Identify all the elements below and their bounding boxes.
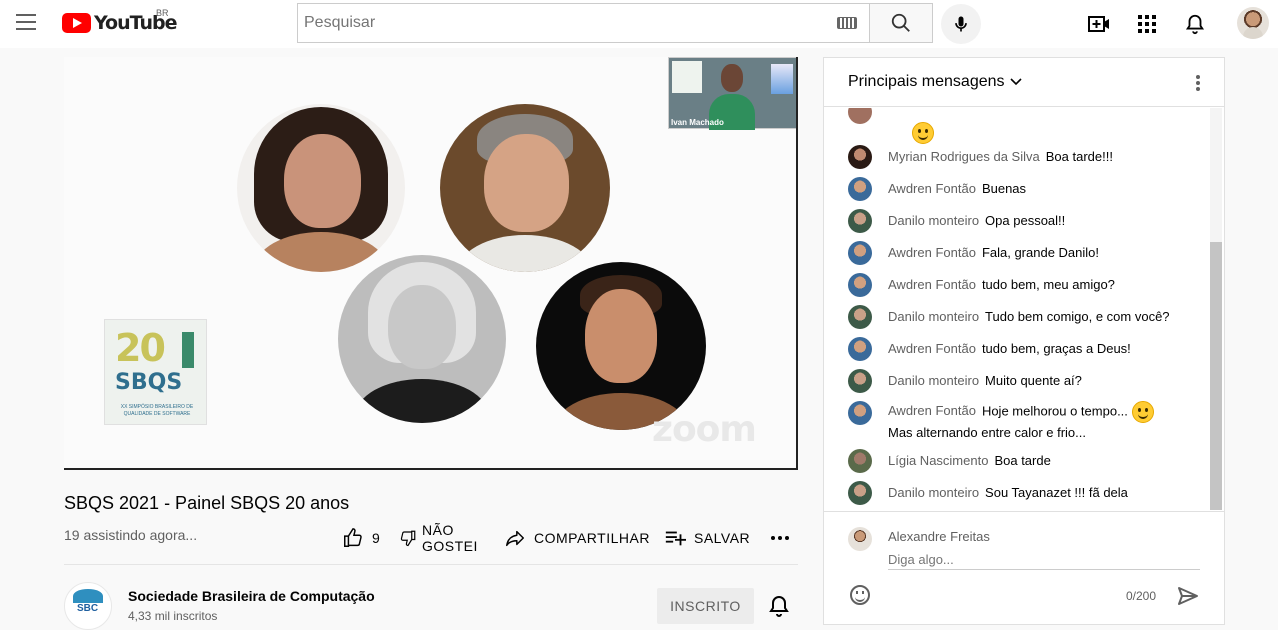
search-input[interactable] bbox=[298, 4, 818, 42]
video-plus-icon bbox=[1088, 16, 1109, 32]
video-player[interactable]: Ivan Machado 20 SBQS XX SIMPÓSIO BRASILE… bbox=[64, 57, 798, 470]
chat-message-input[interactable] bbox=[888, 550, 1200, 570]
live-viewer-count: 19 assistindo agora... bbox=[64, 527, 198, 543]
dislike-label: NÃO GOSTEI bbox=[422, 522, 478, 554]
chat-input-panel: Alexandre Freitas 0/200 bbox=[824, 511, 1224, 625]
channel-name[interactable]: Sociedade Brasileira de Computação bbox=[128, 588, 375, 604]
panelist-photo-1 bbox=[237, 104, 405, 272]
save-button[interactable]: SALVAR bbox=[664, 520, 750, 556]
apps-button[interactable] bbox=[1135, 12, 1159, 36]
chat-avatar bbox=[848, 108, 872, 124]
smile-emoji-icon bbox=[1131, 401, 1154, 423]
live-chat: Principais mensagens Myrian Rodrigues da… bbox=[823, 57, 1225, 625]
share-label: COMPARTILHAR bbox=[534, 530, 650, 546]
bell-icon bbox=[1185, 14, 1205, 35]
thumbs-up-icon bbox=[344, 528, 362, 547]
voice-search-button[interactable] bbox=[941, 4, 981, 44]
country-code: BR bbox=[156, 8, 169, 18]
account-avatar[interactable] bbox=[1237, 7, 1269, 39]
search-button[interactable] bbox=[869, 3, 933, 43]
share-button[interactable]: COMPARTILHAR bbox=[504, 520, 650, 556]
smile-emoji-icon bbox=[912, 122, 934, 144]
menu-icon[interactable] bbox=[16, 14, 36, 30]
panelist-photo-4 bbox=[536, 262, 706, 430]
zoom-watermark: zoom bbox=[652, 409, 757, 450]
share-arrow-icon bbox=[506, 530, 524, 547]
channel-notifications-button[interactable] bbox=[767, 594, 791, 618]
bell-icon bbox=[769, 595, 789, 617]
search-box bbox=[297, 3, 870, 43]
divider bbox=[64, 564, 798, 565]
like-button[interactable]: 9 bbox=[342, 520, 380, 556]
subscriber-count: 4,33 mil inscritos bbox=[128, 609, 218, 623]
send-icon[interactable] bbox=[1176, 584, 1200, 608]
masthead: YouTube BR bbox=[0, 0, 1278, 48]
char-counter: 0/200 bbox=[1126, 589, 1157, 603]
like-count: 9 bbox=[372, 530, 381, 546]
video-title: SBQS 2021 - Painel SBQS 20 anos bbox=[64, 493, 350, 513]
create-video-button[interactable] bbox=[1087, 12, 1111, 36]
current-user-name: Alexandre Freitas bbox=[888, 529, 990, 544]
emoji-picker-icon[interactable] bbox=[850, 585, 870, 605]
chat-scrollbar[interactable] bbox=[1210, 242, 1222, 510]
chat-messages: Myrian Rodrigues da Silva Boa tarde!!! Aw… bbox=[824, 108, 1208, 510]
more-actions-button[interactable] bbox=[770, 520, 790, 556]
subscribed-button[interactable]: INSCRITO bbox=[657, 588, 754, 624]
current-user-avatar bbox=[848, 527, 872, 551]
channel-avatar[interactable]: SBC bbox=[64, 582, 112, 630]
youtube-play-icon bbox=[62, 13, 91, 33]
search-icon bbox=[891, 13, 910, 32]
save-label: SALVAR bbox=[694, 530, 751, 546]
speaker-name: Ivan Machado bbox=[671, 118, 724, 127]
sbqs-logo: 20 SBQS XX SIMPÓSIO BRASILEIRO DE QUALID… bbox=[104, 319, 207, 425]
keyboard-icon[interactable] bbox=[837, 17, 857, 29]
notifications-button[interactable] bbox=[1183, 12, 1207, 36]
chat-header: Principais mensagens bbox=[824, 58, 1224, 107]
chevron-down-icon[interactable] bbox=[1010, 76, 1022, 88]
speaker-thumbnail: Ivan Machado bbox=[668, 57, 796, 130]
apps-grid-icon bbox=[1138, 15, 1156, 33]
chat-mode-selector[interactable]: Principais mensagens bbox=[848, 73, 1005, 91]
thumbs-down-icon bbox=[400, 530, 416, 547]
panelist-photo-3 bbox=[338, 255, 506, 423]
chat-more-button[interactable] bbox=[1188, 72, 1208, 94]
panelist-photo-2 bbox=[440, 104, 610, 272]
more-horizontal-icon bbox=[771, 536, 789, 540]
playlist-add-icon bbox=[665, 531, 686, 546]
dislike-button[interactable]: NÃO GOSTEI bbox=[399, 520, 482, 556]
microphone-icon bbox=[955, 16, 967, 32]
